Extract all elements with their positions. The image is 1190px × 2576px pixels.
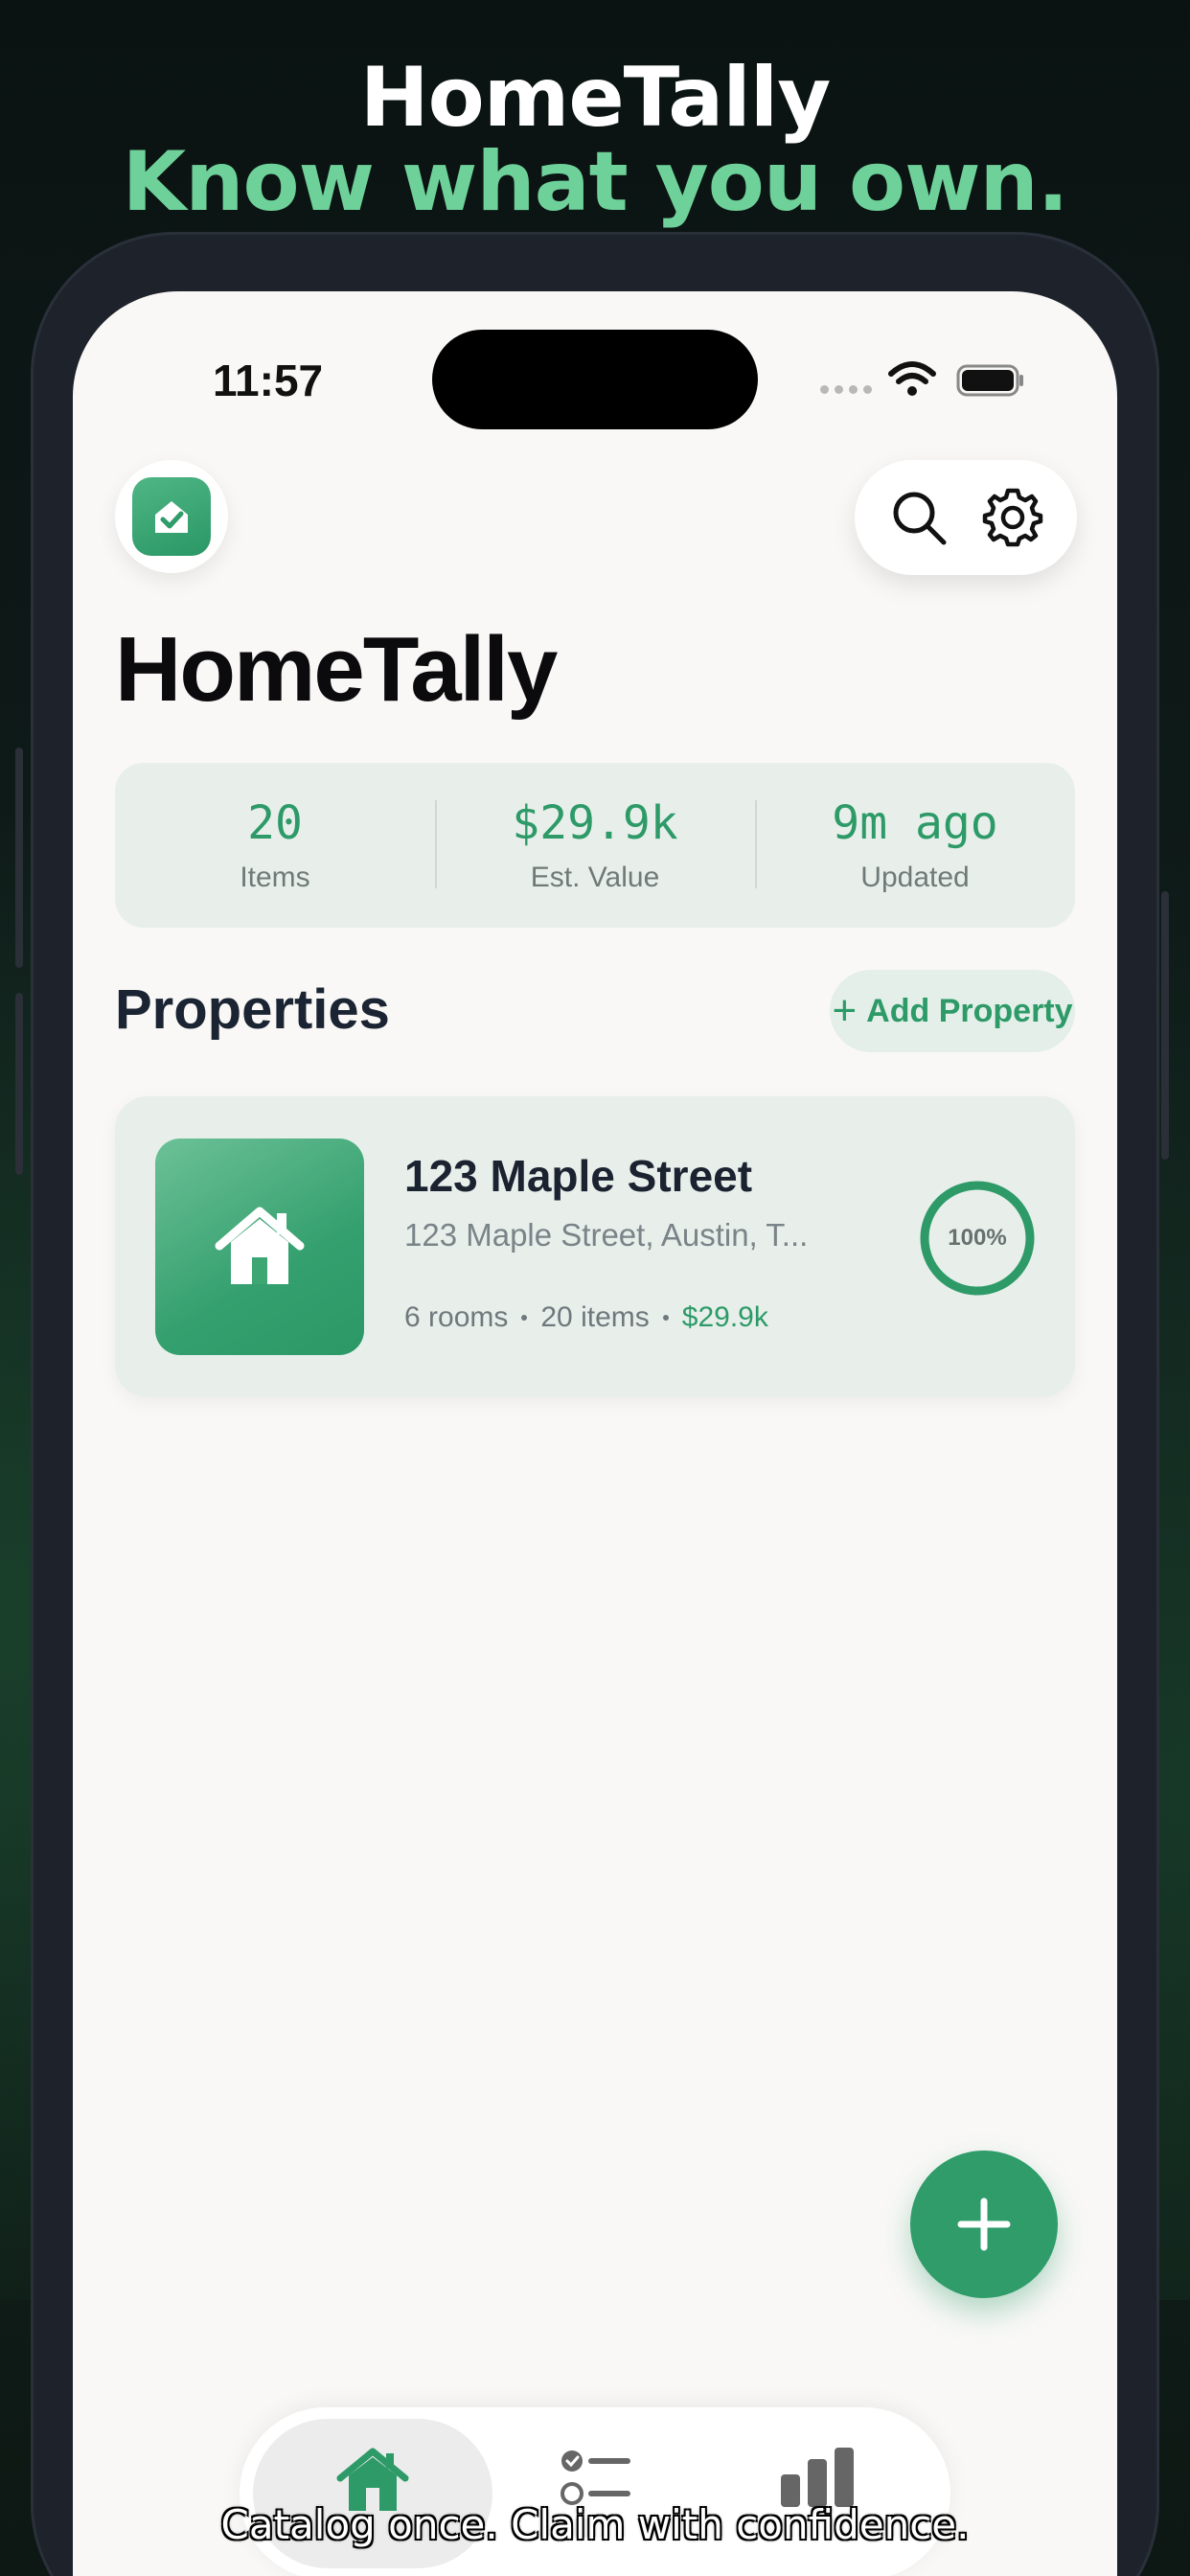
stat-value: $29.9k <box>512 796 678 850</box>
marketing-headline: HomeTally <box>359 50 832 146</box>
search-icon <box>893 492 947 545</box>
property-address: 123 Maple Street, Austin, T... <box>404 1217 809 1253</box>
add-property-button[interactable]: + Add Property <box>830 970 1075 1052</box>
stat-label: Items <box>240 862 310 893</box>
marketing-tagline: Know what you own. <box>122 134 1069 230</box>
phone-side-button <box>1161 891 1169 1160</box>
status-time: 11:57 <box>213 356 324 405</box>
dynamic-island <box>432 330 758 429</box>
property-value: $29.9k <box>681 1301 768 1333</box>
header-actions <box>855 460 1077 575</box>
stat-items: 20 Items <box>115 796 435 894</box>
stat-value: 20 <box>247 796 303 850</box>
plus-icon: + <box>832 987 858 1034</box>
property-thumbnail <box>155 1138 364 1355</box>
stats-summary: 20 Items $29.9k Est. Value 9m ago Update… <box>115 763 1075 928</box>
properties-title: Properties <box>115 978 390 1041</box>
gear-icon <box>982 488 1043 547</box>
battery-icon <box>956 364 1023 397</box>
app-logo-button[interactable] <box>115 460 228 573</box>
settings-button[interactable] <box>979 484 1046 551</box>
search-button[interactable] <box>885 484 952 551</box>
phone-side-button <box>15 993 23 1175</box>
stat-updated: 9m ago Updated <box>755 796 1075 894</box>
completion-label: 100% <box>948 1225 1007 1251</box>
stat-label: Est. Value <box>530 862 660 893</box>
house-check-icon <box>132 477 211 556</box>
phone-side-button <box>15 748 23 968</box>
page-title: HomeTally <box>115 618 558 721</box>
tab-bar <box>240 2407 950 2576</box>
separator-dot <box>521 1315 528 1321</box>
plus-icon <box>957 2197 1011 2251</box>
separator-dot <box>662 1315 669 1321</box>
add-property-label: Add Property <box>866 992 1073 1029</box>
property-name: 123 Maple Street <box>404 1151 753 1201</box>
house-icon <box>215 1207 305 1284</box>
stat-value: 9m ago <box>832 796 998 850</box>
property-card[interactable]: 123 Maple Street 123 Maple Street, Austi… <box>115 1096 1075 1397</box>
property-items: 20 items <box>540 1301 650 1333</box>
stat-est-value: $29.9k Est. Value <box>435 796 755 894</box>
property-rooms: 6 rooms <box>404 1301 509 1333</box>
bar-chart-icon <box>781 2448 854 2507</box>
marketing-caption: Catalog once. Claim with confidence. <box>220 2501 970 2548</box>
stat-label: Updated <box>860 862 970 893</box>
property-meta: 6 rooms 20 items $29.9k <box>404 1301 768 1334</box>
wifi-icon <box>888 361 936 396</box>
add-item-fab[interactable] <box>910 2150 1058 2298</box>
app-screen: 11:57 HomeTally 20 Items $29.9k Est. Val… <box>73 291 1117 2576</box>
signal-icon <box>820 385 872 394</box>
